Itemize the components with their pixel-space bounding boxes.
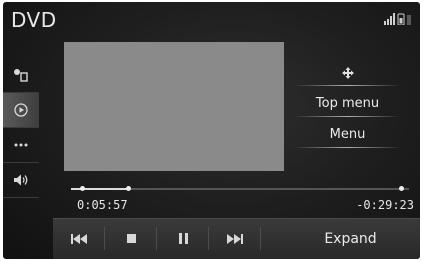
progress-start-marker	[80, 186, 85, 191]
menu-button[interactable]: Menu	[290, 122, 405, 148]
playback-controls: Expand	[53, 218, 420, 259]
stop-button[interactable]	[105, 219, 157, 258]
more-options-icon	[14, 143, 28, 147]
expand-button[interactable]: Expand	[293, 219, 408, 258]
sidebar	[3, 58, 41, 243]
dvd-screen: DVD Top menu Menu 0:05:57 -0:29:23 Expan…	[3, 2, 420, 259]
four-way-arrows-icon	[341, 66, 354, 79]
pause-button[interactable]	[157, 219, 209, 258]
stop-icon	[126, 234, 136, 243]
pause-icon	[178, 233, 188, 244]
signal-strength-icon	[384, 13, 395, 25]
status-bar	[384, 13, 412, 25]
remaining-time: -0:29:23	[356, 198, 414, 212]
progress-end-marker	[399, 186, 404, 191]
sidebar-item-playback[interactable]	[3, 93, 39, 128]
move-screen-button[interactable]	[290, 60, 405, 86]
sidebar-item-volume[interactable]	[3, 163, 39, 198]
top-menu-button[interactable]: Top menu	[290, 91, 405, 117]
source-select-icon	[14, 69, 28, 82]
progress-bar[interactable]	[71, 188, 409, 190]
network-icon	[407, 15, 411, 25]
play-circle-icon	[14, 103, 28, 117]
page-title: DVD	[11, 8, 57, 32]
previous-button[interactable]	[53, 219, 105, 258]
sidebar-item-source[interactable]	[3, 58, 39, 93]
video-preview[interactable]	[64, 42, 284, 171]
volume-icon	[14, 174, 28, 186]
next-button[interactable]	[209, 219, 261, 258]
next-track-icon	[227, 233, 243, 244]
elapsed-time: 0:05:57	[77, 198, 128, 212]
sidebar-item-more[interactable]	[3, 128, 39, 163]
progress-thumb[interactable]	[125, 186, 131, 191]
previous-track-icon	[71, 233, 87, 244]
phone-battery-icon	[397, 13, 405, 25]
